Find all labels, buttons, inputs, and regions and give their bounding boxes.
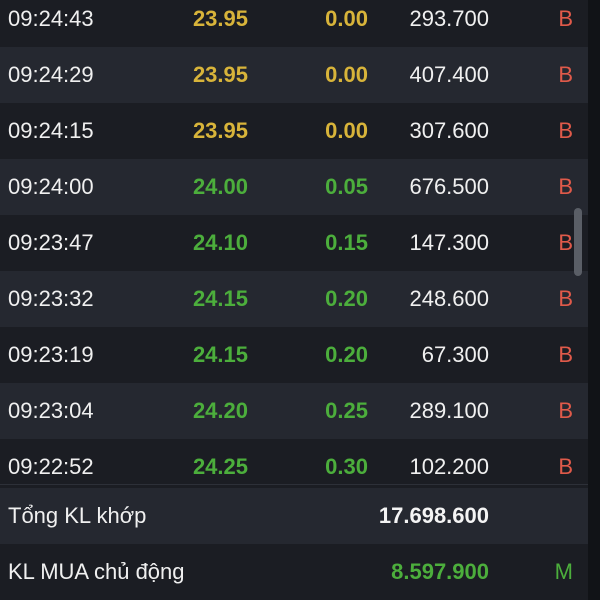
total-volume-label: Tổng KL khớp xyxy=(8,503,147,528)
trade-time: 09:23:04 xyxy=(8,398,94,423)
trade-time: 09:24:15 xyxy=(8,118,94,143)
summary-total-row: Tổng KL khớp 17.698.600 xyxy=(0,488,588,544)
trade-volume: 293.700 xyxy=(409,6,489,31)
trade-volume: 147.300 xyxy=(409,230,489,255)
trade-price: 24.15 xyxy=(192,342,248,367)
trade-change: 0.00 xyxy=(325,62,368,87)
trade-change: 0.25 xyxy=(325,398,368,423)
trade-change: 0.20 xyxy=(325,342,368,367)
trade-row[interactable]: 09:22:52 24.25 0.30 102.200 B xyxy=(0,439,588,495)
scrollbar-thumb[interactable] xyxy=(574,208,582,276)
trade-time: 09:24:29 xyxy=(8,62,94,87)
trade-row[interactable]: 09:24:15 23.95 0.00 307.600 B xyxy=(0,103,588,159)
active-buy-side: M xyxy=(554,559,573,584)
trade-time: 09:23:32 xyxy=(8,286,94,311)
trade-change: 0.20 xyxy=(325,286,368,311)
trade-volume: 676.500 xyxy=(409,174,489,199)
trade-time: 09:23:47 xyxy=(8,230,94,255)
summary-active-buy-row: KL MUA chủ động 8.597.900 M xyxy=(0,544,588,600)
trade-volume: 407.400 xyxy=(409,62,489,87)
trade-price: 23.95 xyxy=(192,6,248,31)
trade-price: 23.95 xyxy=(192,62,248,87)
trade-price: 23.95 xyxy=(192,118,248,143)
trade-time: 09:24:00 xyxy=(8,174,94,199)
trade-row[interactable]: 09:23:47 24.10 0.15 147.300 B xyxy=(0,215,588,271)
trade-row[interactable]: 09:23:19 24.15 0.20 67.300 B xyxy=(0,327,588,383)
trade-price: 24.20 xyxy=(192,398,248,423)
trade-change: 0.00 xyxy=(325,118,368,143)
active-buy-value: 8.597.900 xyxy=(391,559,489,584)
trade-price: 24.00 xyxy=(192,174,248,199)
trade-row[interactable]: 09:24:43 23.95 0.00 293.700 B xyxy=(0,0,588,47)
trade-volume: 307.600 xyxy=(409,118,489,143)
side-panel-rail[interactable] xyxy=(588,0,600,600)
trade-row[interactable]: 09:23:32 24.15 0.20 248.600 B xyxy=(0,271,588,327)
trade-price: 24.10 xyxy=(192,230,248,255)
trade-volume: 248.600 xyxy=(409,286,489,311)
total-volume-value: 17.698.600 xyxy=(378,503,489,528)
trade-volume: 102.200 xyxy=(409,454,489,479)
trade-time: 09:23:19 xyxy=(8,342,94,367)
active-buy-label: KL MUA chủ động xyxy=(8,559,185,584)
trade-price: 24.25 xyxy=(192,454,248,479)
trade-price: 24.15 xyxy=(192,286,248,311)
trade-change: 0.00 xyxy=(325,6,368,31)
trade-change: 0.05 xyxy=(325,174,368,199)
trade-change: 0.15 xyxy=(325,230,368,255)
summary-divider xyxy=(0,484,588,485)
trade-volume: 289.100 xyxy=(409,398,489,423)
trade-time: 09:24:43 xyxy=(8,6,94,31)
trade-volume: 67.300 xyxy=(421,342,489,367)
trade-row[interactable]: 09:23:04 24.20 0.25 289.100 B xyxy=(0,383,588,439)
trade-row[interactable]: 09:24:00 24.00 0.05 676.500 B xyxy=(0,159,588,215)
trade-change: 0.30 xyxy=(325,454,368,479)
trade-row[interactable]: 09:24:29 23.95 0.00 407.400 B xyxy=(0,47,588,103)
trade-time: 09:22:52 xyxy=(8,454,94,479)
